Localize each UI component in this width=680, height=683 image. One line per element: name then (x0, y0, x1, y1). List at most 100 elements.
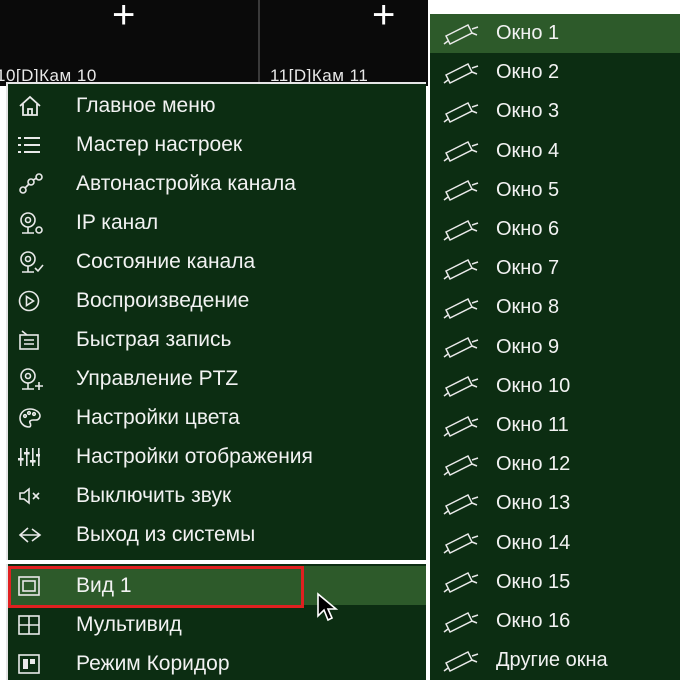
window-item-label: Окно 4 (496, 139, 560, 162)
sliders-icon (18, 446, 54, 468)
window-item[interactable]: Окно 16 (430, 602, 680, 641)
camera-icon (442, 335, 482, 359)
camera-icon (442, 257, 482, 281)
palette-icon (18, 407, 54, 429)
window-item[interactable]: Окно 13 (430, 484, 680, 523)
window-item[interactable]: Окно 3 (430, 92, 680, 131)
window-item[interactable]: Окно 5 (430, 171, 680, 210)
list-icon (18, 136, 54, 154)
channel-status-icon (18, 250, 54, 274)
corridor-icon (18, 653, 54, 674)
camera-icon (442, 649, 482, 673)
window-item[interactable]: Окно 1 (430, 14, 680, 53)
menu-item-label: Состояние канала (76, 249, 256, 273)
window-item-label: Окно 5 (496, 178, 560, 201)
window-submenu: Окно 1 Окно 2 Окно 3 Окно 4 Окно 5 Окно 6 Окно… (430, 14, 680, 680)
camera-icon (442, 61, 482, 85)
play-icon (18, 290, 54, 312)
menu-item-label: Быстрая запись (76, 327, 232, 351)
window-item-label: Окно 7 (496, 257, 560, 280)
selection-highlight (8, 566, 304, 608)
menu-item-playback[interactable]: Воспроизведение (8, 281, 426, 320)
menu-item-label: Настройки отображения (76, 444, 313, 468)
window-item[interactable]: Окно 10 (430, 367, 680, 406)
menu-item-channel-status[interactable]: Состояние канала (8, 242, 426, 281)
window-item-label: Окно 6 (496, 218, 560, 240)
menu-item-corridor-mode[interactable]: Режим Коридор (8, 644, 426, 683)
window-item[interactable]: Окно 11 (430, 406, 680, 445)
camera-icon (442, 531, 482, 555)
menu-item-label: Выключить звук (76, 483, 232, 507)
window-item[interactable]: Окно 15 (430, 563, 680, 602)
window-item-label: Окно 2 (496, 61, 560, 84)
menu-item-label: Воспроизведение (76, 288, 250, 312)
menu-item-label: Режим Коридор (76, 651, 230, 675)
window-item[interactable]: Окно 4 (430, 132, 680, 171)
menu-item-logout[interactable]: Выход из системы (8, 515, 426, 554)
window-item[interactable]: Окно 9 (430, 328, 680, 367)
camera-icon (442, 100, 482, 124)
menu-item-ip-channel[interactable]: IP канал (8, 203, 426, 242)
window-item-label: Окно 12 (496, 453, 571, 476)
menu-item-multiview[interactable]: Мультивид (8, 605, 426, 644)
multi-view-icon (18, 614, 54, 635)
menu-item-label: Мастер настроек (76, 132, 243, 156)
context-menu: Главное меню Мастер настроек Автонастрой… (6, 82, 426, 560)
window-item-label: Окно 14 (496, 531, 571, 554)
window-item[interactable]: Другие окна (430, 641, 680, 680)
window-item-label: Окно 8 (496, 296, 560, 319)
camera-tile-11[interactable]: + 11[D]Кам 11 (260, 0, 428, 86)
window-item-label: Окно 15 (496, 570, 571, 593)
menu-item-label: Главное меню (76, 93, 216, 117)
menu-item-display-settings[interactable]: Настройки отображения (8, 437, 426, 476)
menu-item-setup-wizard[interactable]: Мастер настроек (8, 125, 426, 164)
menu-item-main-menu[interactable]: Главное меню (8, 86, 426, 125)
camera-icon (442, 178, 482, 202)
menu-item-label: Управление PTZ (76, 366, 239, 390)
menu-item-quick-record[interactable]: Быстрая запись (8, 320, 426, 359)
mouse-cursor-icon (316, 592, 340, 622)
window-item[interactable]: Окно 12 (430, 445, 680, 484)
camera-icon (442, 296, 482, 320)
mute-icon (18, 486, 54, 506)
window-item-label: Окно 10 (496, 374, 571, 397)
camera-icon (442, 453, 482, 477)
camera-icon (442, 22, 482, 46)
ip-camera-icon (18, 211, 54, 235)
window-item[interactable]: Окно 6 (430, 210, 680, 249)
camera-icon (442, 610, 482, 634)
ptz-icon (18, 367, 54, 391)
window-item[interactable]: Окно 14 (430, 524, 680, 563)
home-icon (18, 95, 54, 117)
add-camera-plus-icon[interactable]: + (372, 0, 395, 35)
window-item[interactable]: Окно 7 (430, 249, 680, 288)
camera-icon (442, 374, 482, 398)
window-item-label: Окно 1 (496, 22, 560, 44)
window-item-label: Окно 16 (496, 610, 571, 632)
menu-item-mute[interactable]: Выключить звук (8, 476, 426, 515)
window-item-label: Окно 3 (496, 100, 560, 123)
add-camera-plus-icon[interactable]: + (112, 0, 135, 35)
menu-item-label: IP канал (76, 210, 159, 234)
window-item-label: Окно 11 (496, 414, 569, 436)
menu-item-ptz-control[interactable]: Управление PTZ (8, 359, 426, 398)
camera-grid: + 10[D]Кам 10 + 11[D]Кам 11 (0, 0, 428, 86)
camera-icon (442, 414, 482, 438)
camera-icon (442, 218, 482, 242)
window-item[interactable]: Окно 8 (430, 288, 680, 327)
quick-record-icon (18, 329, 54, 351)
window-item-label: Окно 9 (496, 335, 560, 358)
logout-icon (18, 525, 54, 545)
window-item-label: Другие окна (496, 649, 608, 672)
menu-item-color-settings[interactable]: Настройки цвета (8, 398, 426, 437)
auto-channel-icon (18, 172, 54, 195)
menu-item-label: Автонастройка канала (76, 171, 296, 195)
menu-item-label: Выход из системы (76, 522, 256, 546)
menu-item-auto-channel[interactable]: Автонастройка канала (8, 164, 426, 203)
menu-item-label: Мультивид (76, 612, 182, 636)
camera-icon (442, 492, 482, 516)
window-item[interactable]: Окно 2 (430, 53, 680, 92)
window-item-label: Окно 13 (496, 492, 571, 515)
camera-tile-10[interactable]: + 10[D]Кам 10 (0, 0, 258, 86)
camera-icon (442, 570, 482, 594)
